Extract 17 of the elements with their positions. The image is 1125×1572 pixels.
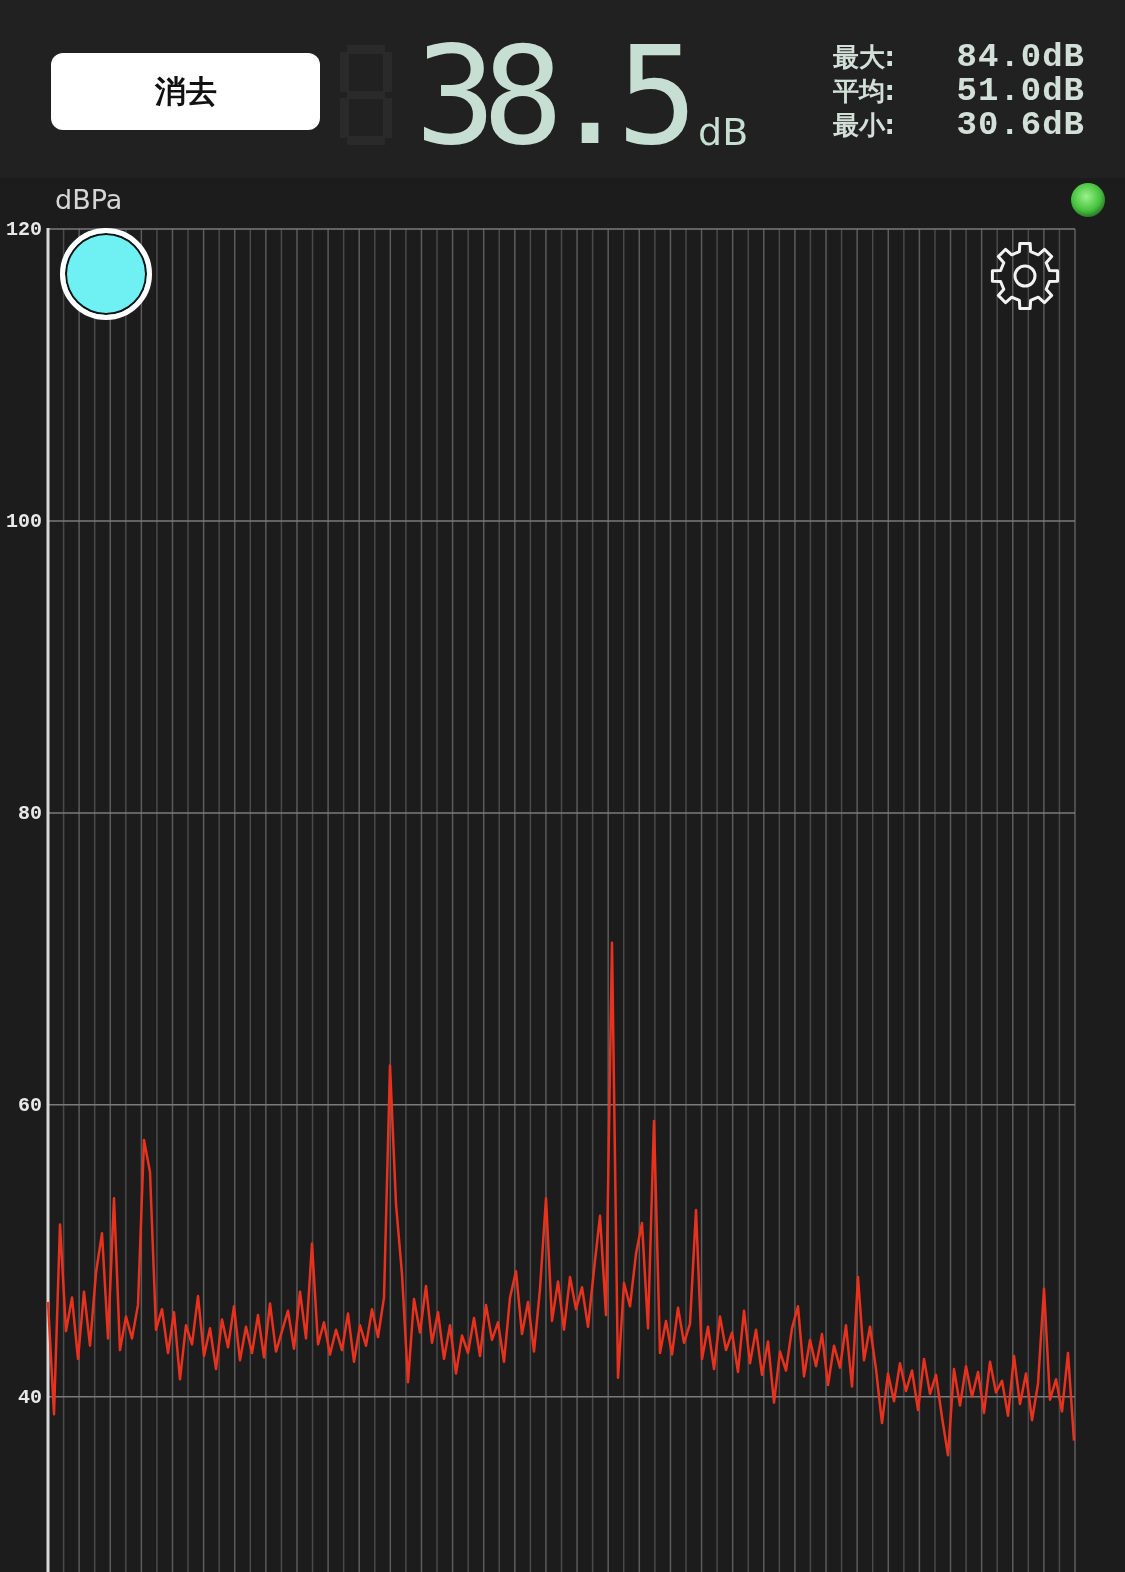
- stat-value: 84.0dB: [956, 42, 1085, 72]
- status-dot-icon: [1071, 183, 1105, 217]
- y-tick-label: 120: [6, 218, 42, 241]
- axis-title: dBPa: [55, 185, 123, 215]
- stat-label: 平均:: [832, 76, 896, 106]
- y-tick-label: 100: [6, 509, 42, 533]
- y-tick-label: 40: [18, 1385, 42, 1409]
- sound-level-reading: 38.5: [415, 35, 686, 159]
- settings-icon[interactable]: [989, 240, 1061, 312]
- unit-label: dB: [698, 113, 749, 151]
- stat-value: 51.0dB: [956, 76, 1085, 106]
- stat-value: 30.6dB: [956, 110, 1085, 140]
- stat-label: 最小:: [832, 110, 896, 140]
- clear-button[interactable]: 消去: [51, 53, 320, 130]
- stat-label: 最大:: [832, 42, 896, 72]
- y-tick-label: 80: [18, 801, 42, 825]
- y-tick-label: 60: [18, 1093, 42, 1117]
